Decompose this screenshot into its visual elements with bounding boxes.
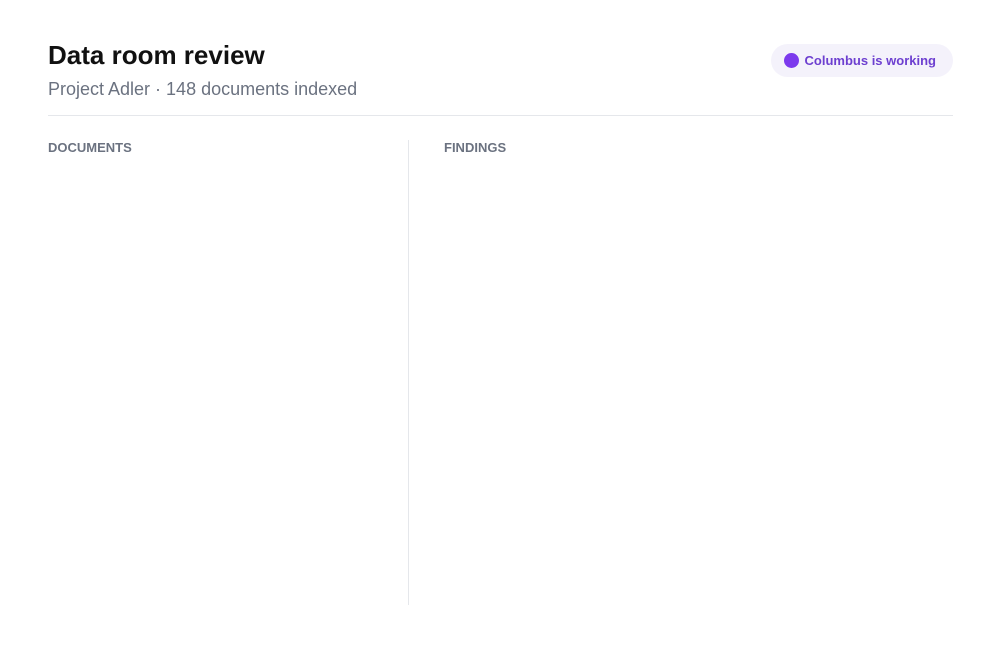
panel-divider <box>408 140 409 605</box>
status-text: Columbus is working <box>804 53 936 68</box>
page-title: Data room review <box>48 40 265 70</box>
page-subtitle: Project Adler · 148 documents indexed <box>48 79 358 99</box>
status-dot-icon <box>783 53 799 68</box>
documents-section-label: DOCUMENTS <box>48 140 132 155</box>
agent-status-badge: Columbus is working <box>770 44 953 77</box>
findings-section-label: FINDINGS <box>444 140 507 155</box>
documents-panel <box>48 140 408 605</box>
data-room-review-page: Data room review Project Adler · 148 doc… <box>0 0 1000 660</box>
page-header: Data room review Project Adler · 148 doc… <box>48 38 953 116</box>
findings-panel <box>444 140 953 605</box>
